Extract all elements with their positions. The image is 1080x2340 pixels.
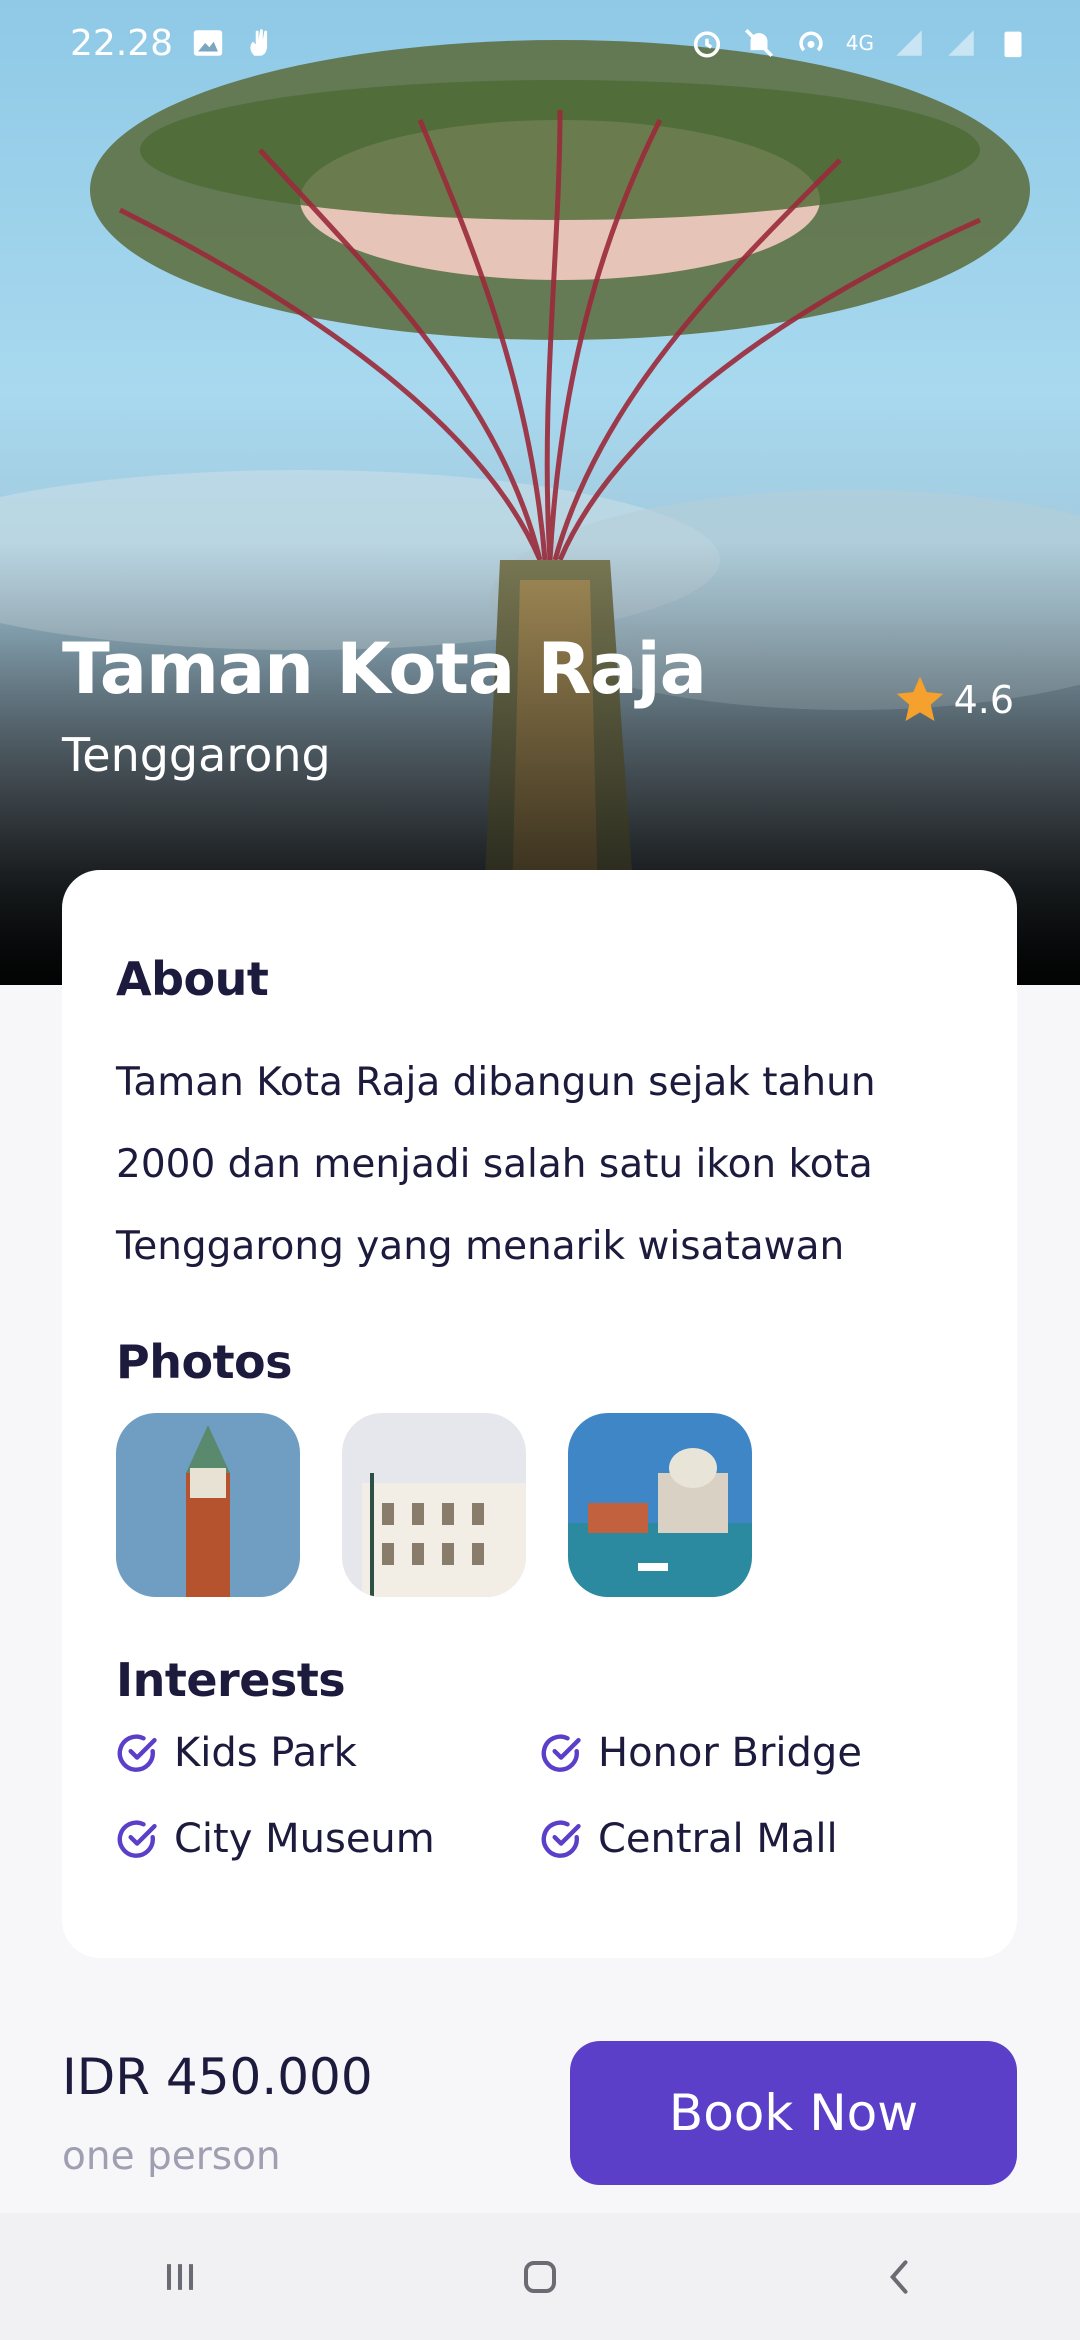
signal-icon [948, 30, 974, 56]
check-circle-icon [541, 1734, 581, 1772]
hotspot-icon [799, 31, 823, 52]
interest-label: City Museum [174, 1816, 435, 1862]
interest-label: Central Mall [598, 1816, 838, 1862]
interest-label: Kids Park [174, 1730, 357, 1776]
hand-icon [250, 29, 268, 56]
rating-value: 4.6 [953, 678, 1014, 722]
back-button[interactable] [840, 2227, 960, 2327]
place-city: Tenggarong [62, 728, 331, 782]
check-circle-icon [541, 1820, 581, 1858]
photo-gallery [116, 1413, 752, 1597]
interest-item: Central Mall [540, 1816, 838, 1862]
photos-heading: Photos [116, 1335, 293, 1389]
recent-apps-button[interactable] [120, 2227, 240, 2327]
check-circle-icon [117, 1734, 157, 1772]
book-now-button[interactable]: Book Now [570, 2041, 1017, 2185]
network-type: 4G [845, 31, 874, 55]
image-icon [193, 30, 223, 56]
status-bar: 22.28 4G [0, 0, 1080, 86]
about-heading: About [116, 952, 269, 1006]
home-icon [524, 2260, 556, 2293]
interest-label: Honor Bridge [598, 1730, 862, 1776]
rating: 4.6 [892, 672, 1014, 728]
home-button[interactable] [480, 2227, 600, 2327]
hero-image: 22.28 4G Taman Kota Raja Tenggarong 4.6 [0, 0, 1080, 985]
back-icon [889, 2259, 908, 2294]
check-circle-icon [117, 1820, 157, 1858]
bell-tower-photo[interactable] [116, 1413, 300, 1597]
interest-item: Honor Bridge [540, 1730, 862, 1776]
place-name: Taman Kota Raja [62, 628, 707, 710]
battery-icon [1004, 31, 1022, 58]
star-icon [896, 676, 943, 721]
signal-icon [896, 30, 922, 56]
system-nav-bar [0, 2213, 1080, 2340]
interests-heading: Interests [116, 1653, 346, 1707]
interest-item: City Museum [116, 1816, 435, 1862]
interest-item: Kids Park [116, 1730, 357, 1776]
mute-icon [744, 28, 773, 58]
status-time: 22.28 [70, 22, 174, 64]
supertree-illustration [0, 0, 1080, 985]
alarm-icon [693, 31, 720, 58]
details-card: About Taman Kota Raja dibangun sejak tah… [62, 870, 1017, 1958]
venetian-building-photo[interactable] [342, 1413, 526, 1597]
price-unit: one person [62, 2134, 281, 2179]
about-text: Taman Kota Raja dibangun sejak tahun 200… [116, 1060, 876, 1269]
price: IDR 450.000 [62, 2048, 373, 2106]
grand-canal-photo[interactable] [568, 1413, 752, 1597]
recent-apps-icon [166, 2263, 194, 2290]
